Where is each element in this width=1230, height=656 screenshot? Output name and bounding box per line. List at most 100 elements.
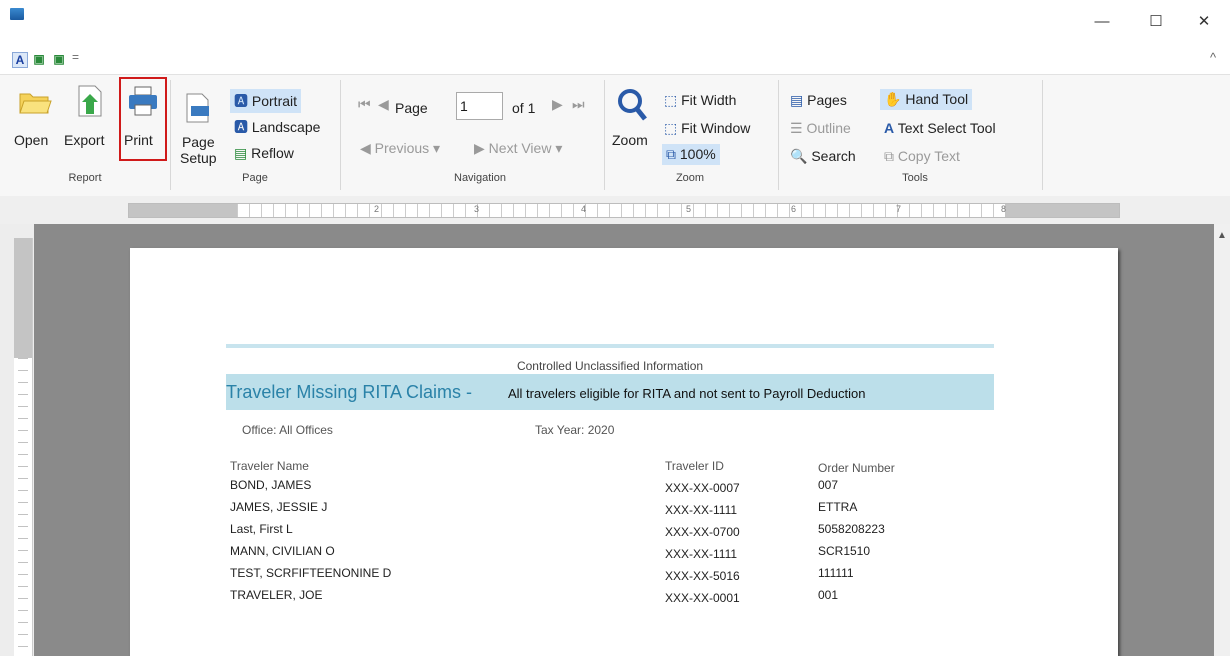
page-label: Page <box>395 100 428 116</box>
ruler-mark: 5 <box>686 204 692 214</box>
vertical-ruler[interactable] <box>14 238 33 656</box>
next-view-icon: ▶ <box>474 140 485 156</box>
first-page-icon[interactable]: ⏮ <box>358 96 371 113</box>
table-row: BOND, JAMES XXX-XX-0007 007 <box>130 478 1118 500</box>
text-select-tool-button[interactable]: A Text Select Tool <box>884 120 996 136</box>
page-count-label: of 1 <box>512 100 536 116</box>
previous-view-button[interactable]: ◀ Previous ▾ <box>360 140 440 157</box>
traveler-id-cell: XXX-XX-5016 <box>665 569 740 583</box>
table-row: TEST, SCRFIFTEENONINE D XXX-XX-5016 1111… <box>130 566 1118 588</box>
text-select-icon[interactable]: A <box>12 52 28 68</box>
fit-width-icon: ⬚ <box>664 92 678 108</box>
vruler-ticks <box>18 358 28 656</box>
next-view-label: Next View <box>488 140 552 156</box>
pages-button[interactable]: ▤ Pages <box>790 92 847 109</box>
page-number-input[interactable]: 1 <box>456 92 503 120</box>
search-label: Search <box>811 148 856 164</box>
traveler-id-cell: XXX-XX-0001 <box>665 591 740 605</box>
order-number-cell: 111111 <box>818 566 854 580</box>
order-number-cell: 007 <box>818 478 839 492</box>
landscape-label: Landscape <box>251 119 321 135</box>
export-button[interactable]: Export <box>64 132 104 148</box>
hand-icon: ✋ <box>884 91 902 107</box>
portrait-label: Portrait <box>251 93 298 109</box>
next-view-button[interactable]: ▶ Next View ▾ <box>474 140 562 157</box>
column-header-traveler-name: Traveler Name <box>230 459 309 473</box>
title-bar <box>0 0 1230 44</box>
close-button[interactable]: ✕ <box>1184 8 1224 36</box>
scroll-up-icon[interactable]: ▲ <box>1217 230 1227 241</box>
next-page-icon[interactable]: ▶ <box>552 96 563 113</box>
minimize-button[interactable]: — <box>1082 8 1122 36</box>
pages-icon: ▤ <box>790 92 804 108</box>
fit-width-label: Fit Width <box>681 92 737 108</box>
hand-tool-button[interactable]: ✋ Hand Tool <box>880 89 973 110</box>
column-header-traveler-id: Traveler ID <box>665 459 724 473</box>
office-label: Office: All Offices <box>242 423 333 437</box>
printer-icon <box>127 85 159 117</box>
zoom-100-label: 100% <box>679 146 716 162</box>
group-label-page: Page <box>242 172 268 184</box>
app-icon <box>10 8 24 20</box>
copy-icon: ⧉ <box>884 148 894 164</box>
text-select-icon: A <box>884 120 895 136</box>
table-row: MANN, CIVILIAN O XXX-XX-1111 SCR1510 <box>130 544 1118 566</box>
last-page-icon[interactable]: ⏭ <box>572 96 585 113</box>
group-separator <box>340 80 341 190</box>
table-row: Last, First L XXX-XX-0700 5058208223 <box>130 522 1118 544</box>
zoom-100-button[interactable]: ⧉ 100% <box>662 144 720 165</box>
page-setup-button[interactable]: Page Setup <box>180 134 217 166</box>
fit-window-icon: ⬚ <box>664 120 678 136</box>
portrait-button[interactable]: 🅰 Portrait <box>230 89 302 113</box>
previous-view-icon: ◀ <box>360 140 371 156</box>
traveler-id-cell: XXX-XX-0700 <box>665 525 740 539</box>
report-title: Traveler Missing RITA Claims - <box>226 382 473 402</box>
ruler-mark: 8 <box>1001 204 1007 214</box>
ruler-margin-right <box>1005 204 1119 217</box>
landscape-icon: 🅰 <box>234 119 248 135</box>
classification-banner: Controlled Unclassified Information <box>516 359 704 373</box>
page-setup-icon <box>184 92 212 124</box>
report-subtitle: All travelers eligible for RITA and not … <box>508 386 866 401</box>
open-button[interactable]: Open <box>14 132 48 148</box>
group-separator <box>604 80 605 190</box>
qat-customize-icon[interactable]: = <box>72 50 79 64</box>
prev-page-icon[interactable]: ◀ <box>378 96 389 113</box>
traveler-id-cell: XXX-XX-1111 <box>665 503 738 517</box>
zoom-page-alt-icon[interactable]: ▣ <box>52 52 66 66</box>
page-setup-label-2: Setup <box>180 150 217 166</box>
ruler-mark: 3 <box>474 204 480 214</box>
traveler-id-cell: XXX-XX-0007 <box>665 481 740 495</box>
export-icon <box>76 84 104 118</box>
outline-button[interactable]: ☰ Outline <box>790 120 851 137</box>
ruler-mark: 7 <box>896 204 902 214</box>
zoom-button[interactable]: Zoom <box>612 132 648 148</box>
print-button[interactable]: Print <box>119 77 167 161</box>
collapse-ribbon-icon[interactable]: ^ <box>1210 50 1216 65</box>
search-button[interactable]: 🔍 Search <box>790 148 856 165</box>
order-number-cell: SCR1510 <box>818 544 871 558</box>
tax-year-label: Tax Year: 2020 <box>535 423 615 437</box>
table-row: JAMES, JESSIE J XXX-XX-1111 ETTRA <box>130 500 1118 522</box>
ruler-mark: 4 <box>581 204 587 214</box>
zoom-magnifier-icon <box>617 88 647 122</box>
page-setup-label-1: Page <box>181 134 215 150</box>
landscape-button[interactable]: 🅰 Landscape <box>234 117 320 137</box>
group-separator <box>170 80 171 190</box>
zoom-page-icon[interactable]: ▣ <box>32 52 46 66</box>
group-label-navigation: Navigation <box>454 172 506 184</box>
vertical-scrollbar[interactable]: ▲ <box>1214 224 1230 656</box>
horizontal-ruler[interactable]: 2 3 4 5 6 7 8 <box>128 203 1120 218</box>
report-page: Controlled Unclassified Information Trav… <box>130 248 1118 656</box>
copy-text-button[interactable]: ⧉ Copy Text <box>884 148 960 165</box>
group-separator <box>1042 80 1043 190</box>
fit-window-button[interactable]: ⬚ Fit Window <box>664 120 750 137</box>
quick-access-toolbar <box>0 44 1230 74</box>
reflow-label: Reflow <box>251 145 294 161</box>
print-button-label: Print <box>124 132 153 148</box>
order-number-cell: 5058208223 <box>818 522 885 536</box>
maximize-button[interactable]: ☐ <box>1136 8 1176 36</box>
fit-width-button[interactable]: ⬚ Fit Width <box>664 92 736 109</box>
table-row: TRAVELER, JOE XXX-XX-0001 001 <box>130 588 1118 610</box>
reflow-button[interactable]: ▤ Reflow <box>234 145 294 162</box>
